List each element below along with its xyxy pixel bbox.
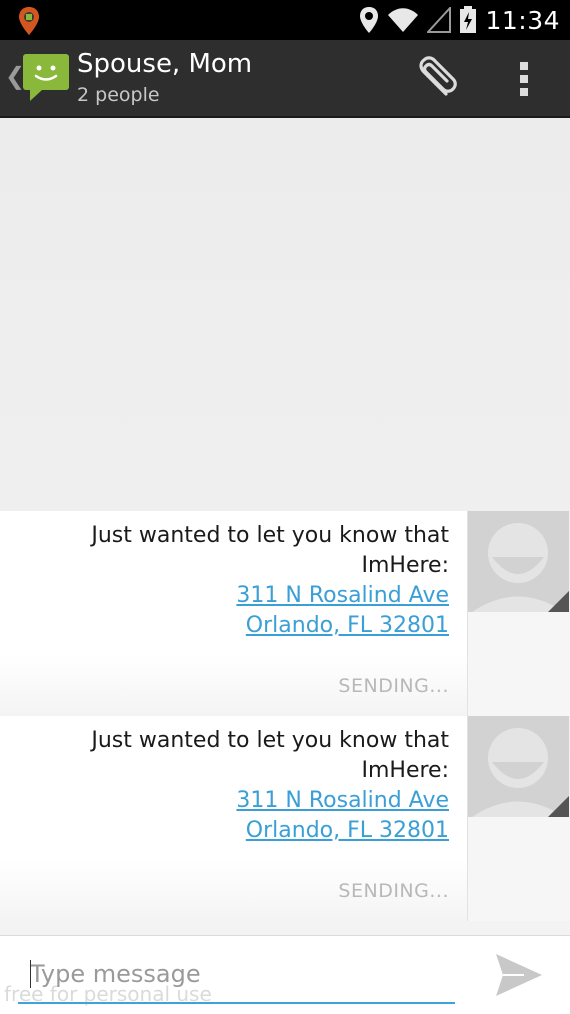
status-bar: 11:34 — [0, 0, 570, 40]
message-bubble[interactable]: Just wanted to let you know that ImHere:… — [0, 511, 468, 716]
message-item[interactable]: Just wanted to let you know that ImHere:… — [0, 511, 570, 716]
overflow-menu-icon[interactable] — [508, 56, 540, 102]
attach-icon[interactable] — [410, 54, 460, 104]
message-text: Just wanted to let you know that ImHere:… — [9, 521, 449, 641]
send-icon[interactable] — [494, 950, 544, 1000]
wifi-icon — [388, 8, 419, 32]
cell-signal-icon — [427, 7, 452, 33]
participant-count: 2 people — [77, 84, 160, 106]
message-bubble[interactable]: Just wanted to let you know that ImHere:… — [0, 716, 468, 921]
watermark: free for personal use — [4, 982, 212, 1006]
action-bar: ❮ Spouse, Mom 2 people — [0, 40, 570, 118]
clock: 11:34 — [485, 5, 560, 35]
message-status: SENDING... — [338, 675, 449, 697]
message-body: Just wanted to let you know that ImHere: — [91, 523, 449, 578]
message-item[interactable]: Just wanted to let you know that ImHere:… — [0, 716, 570, 921]
message-body: Just wanted to let you know that ImHere: — [91, 728, 449, 783]
conversation-list[interactable]: Just wanted to let you know that ImHere:… — [0, 118, 570, 935]
message-status: SENDING... — [338, 880, 449, 902]
message-text: Just wanted to let you know that ImHere:… — [9, 726, 449, 846]
address-link[interactable]: Orlando, FL 32801 — [9, 816, 449, 846]
avatar[interactable] — [468, 716, 569, 817]
address-link[interactable]: 311 N Rosalind Ave — [9, 581, 449, 611]
address-link[interactable]: 311 N Rosalind Ave — [9, 786, 449, 816]
notification-app-icon — [19, 7, 39, 35]
location-pin-icon — [360, 7, 379, 33]
messaging-app-icon[interactable] — [22, 52, 70, 102]
conversation-title: Spouse, Mom — [77, 49, 253, 79]
avatar[interactable] — [468, 511, 569, 612]
address-link[interactable]: Orlando, FL 32801 — [9, 611, 449, 641]
battery-charging-icon — [460, 6, 477, 33]
